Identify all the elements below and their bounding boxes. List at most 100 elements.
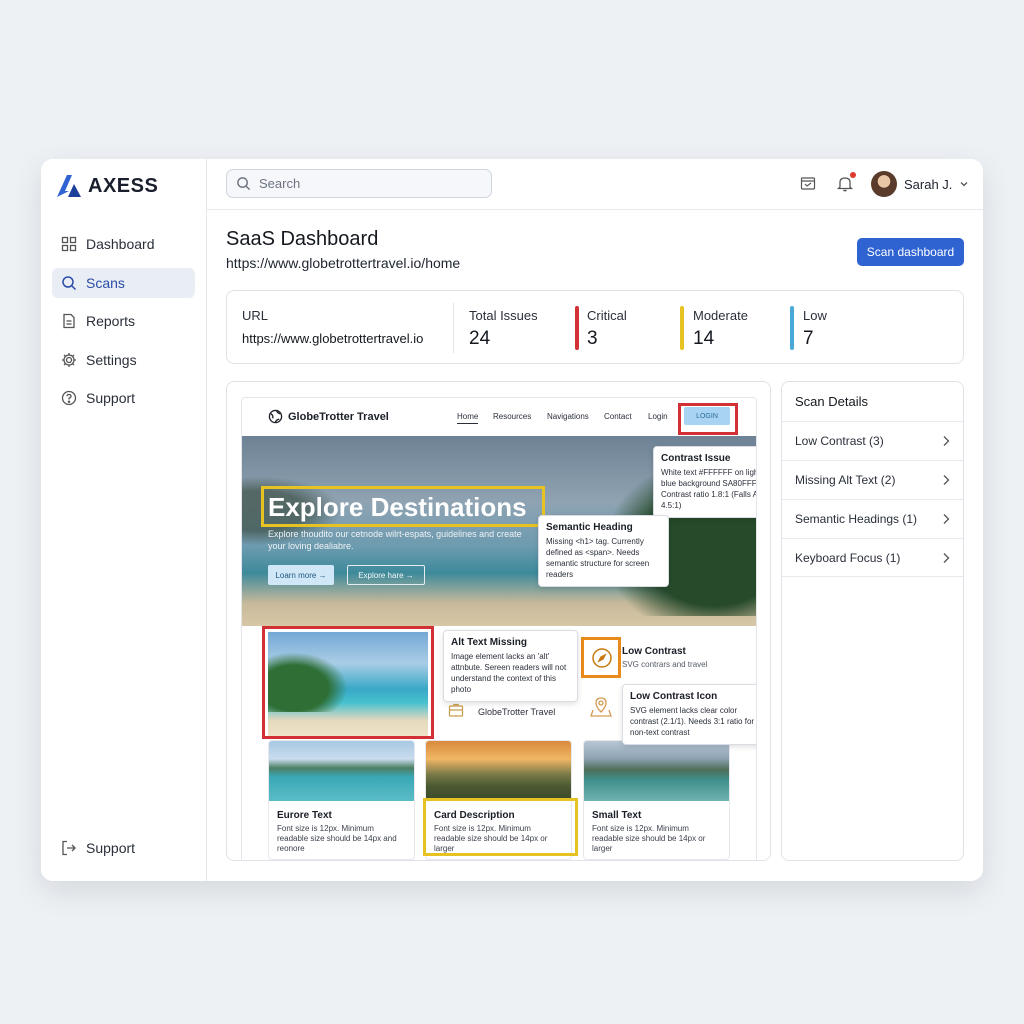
low-contrast-subtitle: SVG contrars and travel: [622, 660, 708, 669]
sidebar-item-reports[interactable]: Reports: [52, 306, 195, 336]
top-bar: Sarah J.: [207, 159, 983, 210]
stat-low: Low 7: [803, 308, 827, 350]
app-window: AXESS Dashboard Scans Reports Settings S…: [41, 159, 983, 881]
stat-critical: Critical 3: [587, 308, 627, 350]
stat-url: URL https://www.globetrottertravel.io: [242, 308, 423, 346]
card-image: [426, 741, 571, 801]
stat-value: https://www.globetrottertravel.io: [242, 331, 424, 346]
site-nav-navigations[interactable]: Navigations: [547, 412, 589, 421]
sidebar-item-label: Reports: [86, 313, 136, 329]
scan-details-title: Scan Details: [795, 394, 868, 409]
detail-row-label: Semantic Headings (1): [795, 512, 918, 526]
search-icon: [237, 177, 251, 191]
map-pin-icon: [590, 697, 612, 717]
sidebar-item-label: Dashboard: [86, 236, 155, 252]
learn-more-button[interactable]: Loarn more →: [268, 565, 334, 585]
highlight-photo-alt[interactable]: [262, 626, 434, 739]
chevron-right-icon: [943, 514, 950, 524]
moderate-indicator: [680, 306, 684, 350]
sidebar-item-settings[interactable]: Settings: [52, 345, 195, 375]
search-box[interactable]: [226, 169, 492, 198]
stats-panel: URL https://www.globetrottertravel.io To…: [226, 290, 964, 364]
brand-name: AXESS: [88, 174, 159, 197]
card-image: [269, 741, 414, 801]
stat-value: 24: [469, 328, 491, 349]
stat-value: 7: [803, 328, 814, 349]
tooltip-body: White text #FFFFFF on light blue backgro…: [661, 468, 757, 510]
tooltip-alt-text: Alt Text Missing Image element lacks an …: [443, 630, 578, 702]
explore-here-button[interactable]: Explore hare →: [347, 565, 425, 585]
calendar-button[interactable]: [800, 175, 816, 196]
detail-row-semantic-headings[interactable]: Semantic Headings (1): [782, 499, 963, 538]
logo[interactable]: AXESS: [55, 173, 158, 199]
document-icon: [63, 313, 75, 329]
notifications-button[interactable]: [836, 172, 856, 197]
sidebar-item-label: Scans: [86, 275, 125, 291]
tooltip-semantic-heading: Semantic Heading Missing <h1> tag. Curre…: [538, 515, 669, 587]
sidebar: AXESS Dashboard Scans Reports Settings S…: [41, 159, 207, 881]
grid-icon: [61, 236, 77, 252]
divider: [453, 303, 454, 353]
sidebar-item-support[interactable]: Support: [52, 383, 195, 413]
sidebar-item-dashboard[interactable]: Dashboard: [52, 229, 195, 259]
search-input[interactable]: [259, 176, 479, 191]
globe-icon: [268, 409, 283, 424]
calendar-icon: [800, 177, 816, 190]
tooltip-body: Image element lacks an 'alt' attnbute. S…: [451, 652, 567, 694]
logout-icon: [62, 840, 76, 856]
help-circle-icon: [61, 390, 77, 406]
site-nav-login[interactable]: Login: [648, 412, 668, 421]
sidebar-item-scans[interactable]: Scans: [52, 268, 195, 298]
site-nav-contact[interactable]: Contact: [604, 412, 632, 421]
tooltip-low-contrast-icon: Low Contrast Icon SVG element lacks clea…: [622, 684, 756, 745]
card-mountain-lake[interactable]: Small Text Font size is 12px. Minimum re…: [583, 740, 730, 860]
tooltip-contrast-issue: Contrast Issue White text #FFFFFF on lig…: [653, 446, 757, 518]
site-nav-resources[interactable]: Resources: [493, 412, 531, 421]
page-url: https://www.globetrottertravel.io/home: [226, 255, 461, 271]
brand-row-label: GlobeTrotter Travel: [478, 707, 556, 717]
site-nav-home[interactable]: Home: [457, 412, 479, 424]
user-menu[interactable]: Sarah J.: [871, 171, 969, 197]
stat-value: 14: [693, 328, 715, 349]
card-description: Font size is 12px. Minimum readable size…: [277, 824, 397, 853]
low-indicator: [790, 306, 794, 350]
suitcase-icon: [448, 703, 464, 717]
detail-row-missing-alt[interactable]: Missing Alt Text (2): [782, 460, 963, 499]
scan-dashboard-button[interactable]: Scan dashboard: [857, 238, 964, 266]
sidebar-footer-support[interactable]: Support: [52, 833, 195, 863]
highlight-login-contrast[interactable]: [678, 403, 738, 435]
detail-row-label: Missing Alt Text (2): [795, 473, 896, 487]
card-title: Small Text: [592, 810, 642, 821]
card-title: Eurore Text: [277, 810, 332, 821]
highlight-card-description[interactable]: [423, 798, 578, 856]
sidebar-footer-label: Support: [86, 840, 136, 856]
detail-row-low-contrast[interactable]: Low Contrast (3): [782, 421, 963, 460]
detail-row-keyboard-focus[interactable]: Keyboard Focus (1): [782, 538, 963, 577]
site-name: GlobeTrotter Travel: [288, 410, 389, 423]
chevron-down-icon: [960, 182, 968, 187]
card-description: Font size is 12px. Minimum readable size…: [592, 824, 706, 853]
card-lake[interactable]: Eurore Text Font size is 12px. Minimum r…: [268, 740, 415, 860]
site-logo[interactable]: GlobeTrotter Travel: [268, 409, 389, 424]
card-image: [584, 741, 729, 801]
user-name: Sarah J.: [904, 176, 953, 192]
stat-value: 3: [587, 328, 598, 349]
page-title: SaaS Dashboard: [226, 228, 379, 250]
stat-label: Total Issues: [469, 308, 538, 323]
tooltip-body: SVG element lacks clear color contrast (…: [630, 706, 755, 737]
site-preview: GlobeTrotter Travel Home Resources Navig…: [241, 397, 757, 860]
notification-dot: [850, 172, 856, 178]
site-preview-panel: GlobeTrotter Travel Home Resources Navig…: [226, 381, 771, 861]
axess-logo-icon: [57, 175, 81, 197]
avatar: [871, 171, 897, 197]
chevron-right-icon: [943, 475, 950, 485]
scan-details-panel: Scan Details Low Contrast (3) Missing Al…: [781, 381, 964, 861]
gear-icon: [62, 353, 76, 367]
stat-label: Critical: [587, 308, 627, 323]
stat-total-issues: Total Issues 24: [469, 308, 538, 350]
stat-moderate: Moderate 14: [693, 308, 748, 350]
highlight-hero-heading[interactable]: [261, 486, 545, 527]
low-contrast-title: Low Contrast: [622, 646, 686, 657]
highlight-icon-contrast[interactable]: [581, 637, 621, 678]
stat-label: URL: [242, 308, 269, 323]
